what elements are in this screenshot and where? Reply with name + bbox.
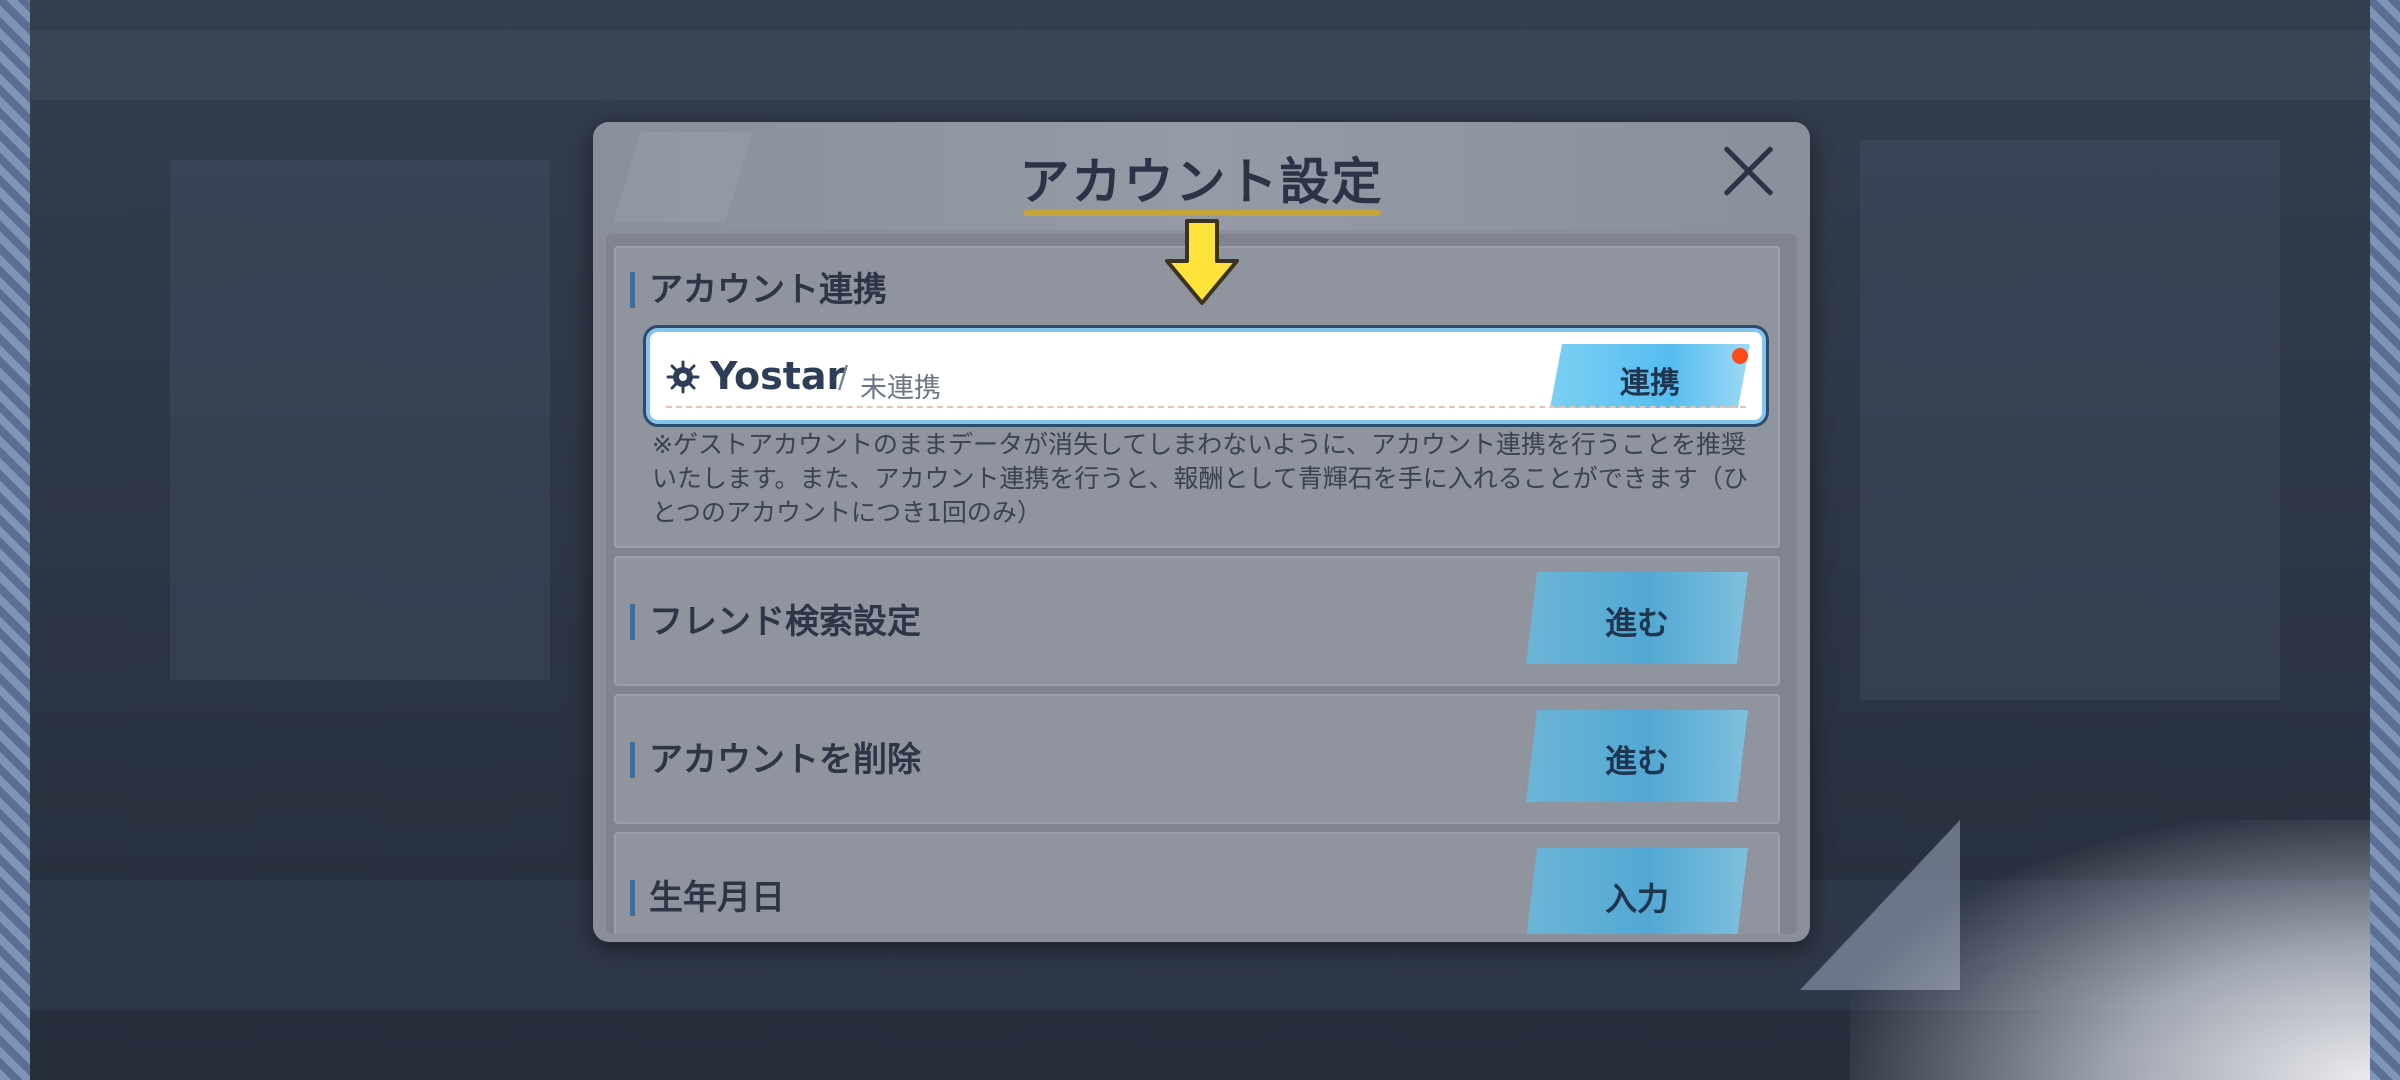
dialog-title: アカウント設定 — [1019, 153, 1384, 211]
down-arrow-pointer-icon — [1165, 219, 1239, 305]
button-label: 進む — [1604, 604, 1669, 642]
right-stripe-border — [2370, 0, 2400, 1080]
button-label: 入力 — [1604, 880, 1669, 918]
friend-search-proceed-button[interactable]: 進む — [1526, 572, 1748, 664]
separator: / — [838, 360, 849, 395]
account-link-note: ※ゲストアカウントのままデータが消失してしまわないように、アカウント連携を行うこ… — [652, 430, 1748, 527]
link-status: 未連携 — [860, 373, 941, 404]
birthday-input-button[interactable]: 入力 — [1526, 848, 1748, 934]
button-label: 連携 — [1620, 366, 1680, 401]
friend-search-section: フレンド検索設定 進む — [614, 556, 1780, 686]
section-label: アカウントを削除 — [630, 742, 921, 778]
close-icon[interactable] — [1720, 142, 1778, 200]
delete-account-section: アカウントを削除 進む — [614, 694, 1780, 824]
background-panel — [1860, 140, 2280, 700]
yostar-link-row[interactable]: Yostar / 未連携 連携 — [646, 328, 1766, 424]
settings-list[interactable]: アカウント連携 Yostar / 未連携 連携 ※ゲストアカウントのままデータが… — [606, 234, 1797, 934]
background-glow — [1850, 820, 2370, 1080]
background-panel — [170, 160, 550, 680]
birthday-section: 生年月日 入力 — [614, 832, 1780, 934]
section-label: アカウント連携 — [630, 272, 887, 308]
delete-account-proceed-button[interactable]: 進む — [1526, 710, 1748, 802]
section-label: 生年月日 — [630, 880, 785, 916]
left-stripe-border — [0, 0, 30, 1080]
button-label: 進む — [1604, 742, 1669, 780]
yostar-logo-icon — [666, 360, 700, 394]
dashed-divider — [666, 406, 1746, 408]
link-account-button[interactable]: 連携 — [1550, 344, 1750, 408]
background-band — [30, 30, 2370, 100]
dialog-header: アカウント設定 — [593, 122, 1810, 230]
section-label: フレンド検索設定 — [630, 604, 921, 640]
title-underline — [1023, 210, 1381, 216]
notification-dot — [1732, 348, 1748, 364]
service-name: Yostar — [710, 354, 846, 398]
